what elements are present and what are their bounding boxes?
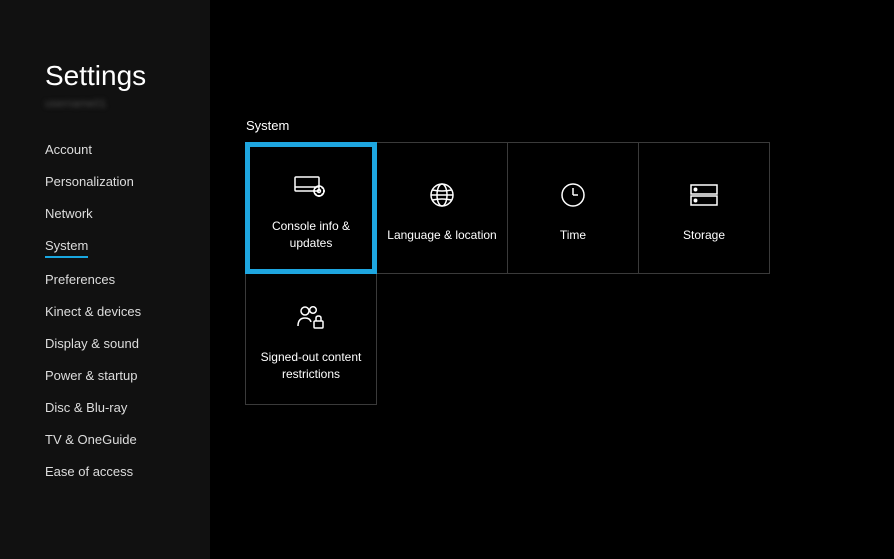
globe-icon — [429, 173, 455, 217]
tile-label: Language & location — [377, 227, 506, 244]
nav-item-tv-oneguide[interactable]: TV & OneGuide — [45, 432, 137, 450]
console-gear-icon — [294, 164, 328, 208]
settings-nav: Account Personalization Network System P… — [45, 142, 210, 482]
clock-icon — [560, 173, 586, 217]
nav-item-preferences[interactable]: Preferences — [45, 272, 115, 290]
tile-label: Storage — [673, 227, 735, 244]
nav-item-display-sound[interactable]: Display & sound — [45, 336, 139, 354]
account-subtitle: username01 — [45, 98, 210, 110]
tile-time[interactable]: Time — [507, 142, 639, 274]
nav-item-power-startup[interactable]: Power & startup — [45, 368, 138, 386]
section-label: System — [246, 118, 894, 133]
tile-language-location[interactable]: Language & location — [376, 142, 508, 274]
nav-item-account[interactable]: Account — [45, 142, 92, 160]
nav-item-ease-of-access[interactable]: Ease of access — [45, 464, 133, 482]
tile-label: Signed-out content restrictions — [246, 349, 376, 383]
tile-storage[interactable]: Storage — [638, 142, 770, 274]
nav-item-network[interactable]: Network — [45, 206, 93, 224]
tile-label: Time — [550, 227, 596, 244]
settings-sidebar: Settings username01 Account Personalizat… — [0, 0, 210, 559]
page-title: Settings — [45, 60, 210, 92]
storage-icon — [689, 173, 719, 217]
people-lock-icon — [296, 295, 326, 339]
main-content: System Console info & — [210, 0, 894, 559]
tile-grid: Console info & updates Language & locati… — [246, 143, 786, 405]
nav-item-disc-bluray[interactable]: Disc & Blu-ray — [45, 400, 127, 418]
nav-item-system[interactable]: System — [45, 238, 88, 258]
tile-label: Console info & updates — [250, 218, 372, 252]
tile-console-info-updates[interactable]: Console info & updates — [245, 142, 377, 274]
tile-signed-out-content-restrictions[interactable]: Signed-out content restrictions — [245, 273, 377, 405]
nav-item-kinect-devices[interactable]: Kinect & devices — [45, 304, 141, 322]
nav-item-personalization[interactable]: Personalization — [45, 174, 134, 192]
